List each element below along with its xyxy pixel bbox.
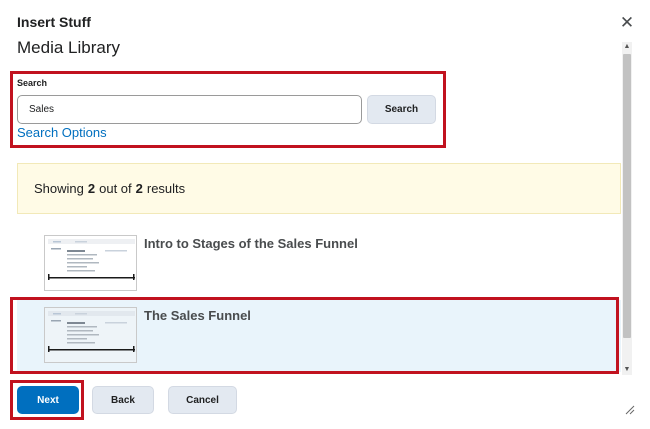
- results-count-banner: Showing 2 out of 2 results: [17, 163, 621, 214]
- results-middle: out of: [99, 181, 132, 196]
- results-prefix: Showing: [34, 181, 84, 196]
- cancel-button[interactable]: Cancel: [168, 386, 237, 414]
- close-button[interactable]: ✕: [616, 12, 638, 34]
- back-button[interactable]: Back: [92, 386, 154, 414]
- media-result-title: Intro to Stages of the Sales Funnel: [144, 236, 358, 251]
- search-input[interactable]: [17, 95, 362, 124]
- search-button[interactable]: Search: [367, 95, 436, 124]
- media-thumbnail: [44, 235, 137, 291]
- close-icon: ✕: [619, 13, 635, 32]
- results-total-count: 2: [135, 181, 143, 196]
- insert-stuff-dialog: Insert Stuff ✕ Media Library ▲ ▼ Search …: [0, 0, 650, 429]
- scrollbar[interactable]: ▲ ▼: [622, 42, 632, 375]
- media-thumbnail: [44, 307, 137, 363]
- media-result-item-selected[interactable]: The Sales Funnel: [17, 300, 621, 372]
- scrollbar-thumb[interactable]: [623, 54, 631, 338]
- search-label: Search: [17, 78, 48, 88]
- next-button[interactable]: Next: [17, 386, 79, 414]
- page-heading: Media Library: [17, 38, 120, 57]
- scroll-down-arrow-icon[interactable]: ▼: [622, 365, 632, 375]
- search-options-link[interactable]: Search Options: [17, 125, 107, 140]
- results-suffix: results: [146, 181, 186, 196]
- media-result-title: The Sales Funnel: [144, 308, 251, 323]
- dialog-title: Insert Stuff: [17, 14, 91, 30]
- resize-grip-icon[interactable]: [623, 402, 635, 415]
- scroll-up-arrow-icon[interactable]: ▲: [622, 42, 632, 52]
- results-shown-count: 2: [87, 181, 96, 196]
- media-result-item[interactable]: Intro to Stages of the Sales Funnel: [17, 228, 621, 300]
